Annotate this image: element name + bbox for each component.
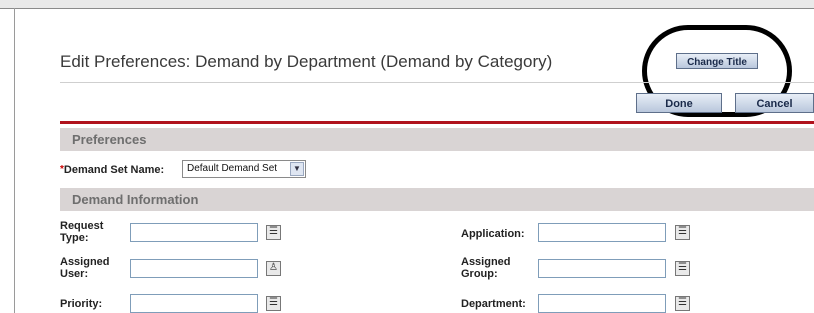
page-title: Edit Preferences: Demand by Department (… [60, 52, 553, 71]
request-type-label: Request Type: [60, 220, 104, 244]
list-icon[interactable]: ☰ [675, 225, 690, 240]
preferences-section-header: Preferences [60, 128, 814, 151]
demand-set-select[interactable]: Default Demand Set ▼ [182, 160, 306, 178]
demand-set-name-label: *Demand Set Name: [60, 164, 165, 176]
window-top-bar [0, 0, 814, 9]
request-type-input[interactable] [130, 223, 258, 242]
assigned-user-label: Assigned User: [60, 256, 110, 280]
section-accent-line [60, 121, 814, 124]
demand-set-selected-value: Default Demand Set [187, 163, 278, 174]
change-title-button[interactable]: Change Title [676, 53, 758, 69]
department-label: Department: [461, 298, 526, 310]
assigned-group-label: Assigned Group: [461, 256, 511, 280]
list-icon[interactable]: ☰ [675, 296, 690, 311]
list-icon[interactable]: ☰ [266, 296, 281, 311]
user-icon[interactable]: ♙ [266, 261, 281, 276]
priority-label: Priority: [60, 298, 103, 310]
cancel-button[interactable]: Cancel [735, 93, 814, 113]
done-button[interactable]: Done [636, 93, 722, 113]
priority-input[interactable] [130, 294, 258, 313]
demand-information-section-header: Demand Information [60, 188, 814, 211]
application-input[interactable] [538, 223, 666, 242]
assigned-user-input[interactable] [130, 259, 258, 278]
list-icon[interactable]: ☰ [266, 225, 281, 240]
list-icon[interactable]: ☰ [675, 261, 690, 276]
title-divider [60, 82, 814, 83]
application-label: Application: [461, 228, 525, 240]
assigned-group-input[interactable] [538, 259, 666, 278]
window-left-border [14, 8, 15, 313]
department-input[interactable] [538, 294, 666, 313]
chevron-down-icon[interactable]: ▼ [290, 162, 304, 176]
